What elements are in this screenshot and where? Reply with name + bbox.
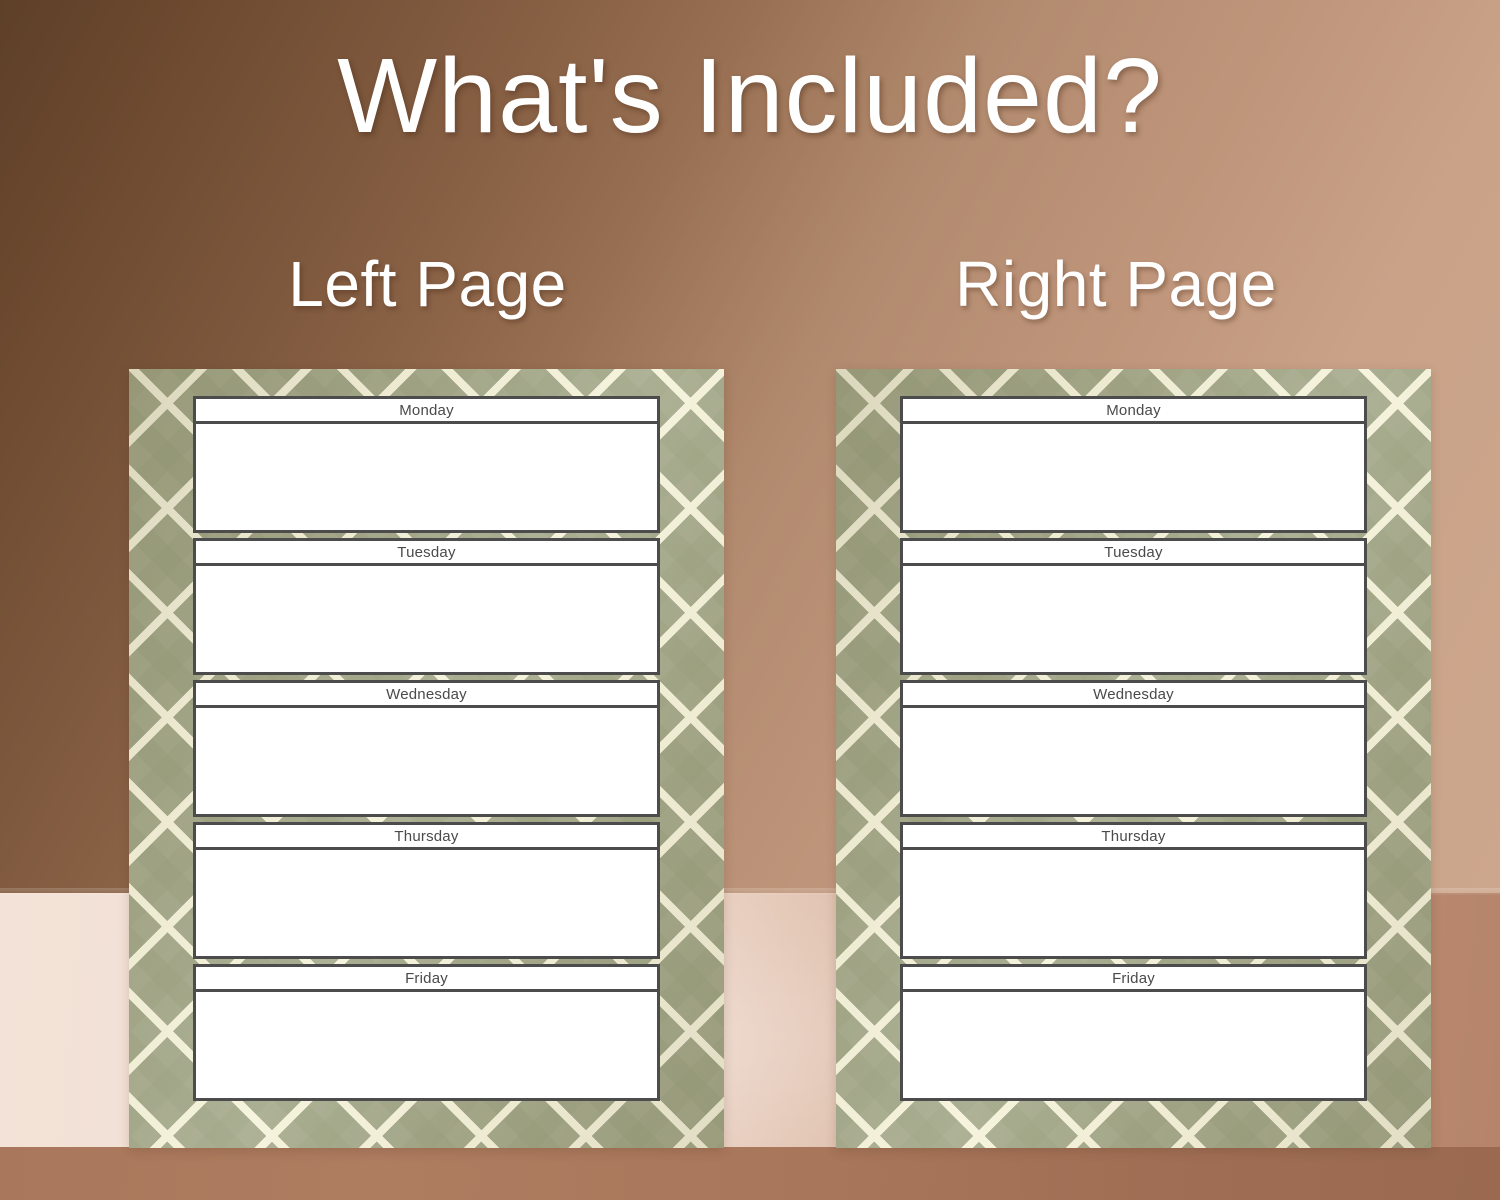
day-block: Wednesday [193,680,660,822]
day-block: Wednesday [900,680,1367,822]
planner-grid-right: Monday Tuesday Wednesday Thursday Friday [900,396,1367,1113]
day-block: Friday [193,964,660,1101]
day-block: Monday [193,396,660,538]
day-writing-area-tuesday[interactable] [900,566,1367,675]
poster-canvas: What's Included? Left Page Right Page Mo… [0,0,1500,1200]
day-block: Monday [900,396,1367,538]
planner-grid-left: Monday Tuesday Wednesday Thursday Friday [193,396,660,1113]
day-block: Thursday [193,822,660,964]
day-label-tuesday: Tuesday [193,538,660,566]
day-writing-area-friday[interactable] [193,992,660,1101]
day-label-wednesday: Wednesday [193,680,660,708]
day-block: Tuesday [193,538,660,680]
day-block: Friday [900,964,1367,1101]
day-writing-area-thursday[interactable] [193,850,660,959]
day-writing-area-tuesday[interactable] [193,566,660,675]
day-block: Thursday [900,822,1367,964]
day-label-friday: Friday [900,964,1367,992]
day-label-monday: Monday [900,396,1367,424]
day-label-thursday: Thursday [900,822,1367,850]
background-floor-strip [0,1147,1500,1200]
day-label-tuesday: Tuesday [900,538,1367,566]
planner-page-left: Monday Tuesday Wednesday Thursday Friday [129,369,724,1148]
day-writing-area-wednesday[interactable] [900,708,1367,817]
day-label-monday: Monday [193,396,660,424]
planner-page-right: Monday Tuesday Wednesday Thursday Friday [836,369,1431,1148]
day-writing-area-wednesday[interactable] [193,708,660,817]
day-label-friday: Friday [193,964,660,992]
day-label-thursday: Thursday [193,822,660,850]
day-writing-area-thursday[interactable] [900,850,1367,959]
page-title: What's Included? [337,37,1163,155]
day-label-wednesday: Wednesday [900,680,1367,708]
day-writing-area-monday[interactable] [193,424,660,533]
day-writing-area-monday[interactable] [900,424,1367,533]
left-page-caption: Left Page [288,248,567,320]
day-block: Tuesday [900,538,1367,680]
right-page-caption: Right Page [955,248,1277,320]
day-writing-area-friday[interactable] [900,992,1367,1101]
